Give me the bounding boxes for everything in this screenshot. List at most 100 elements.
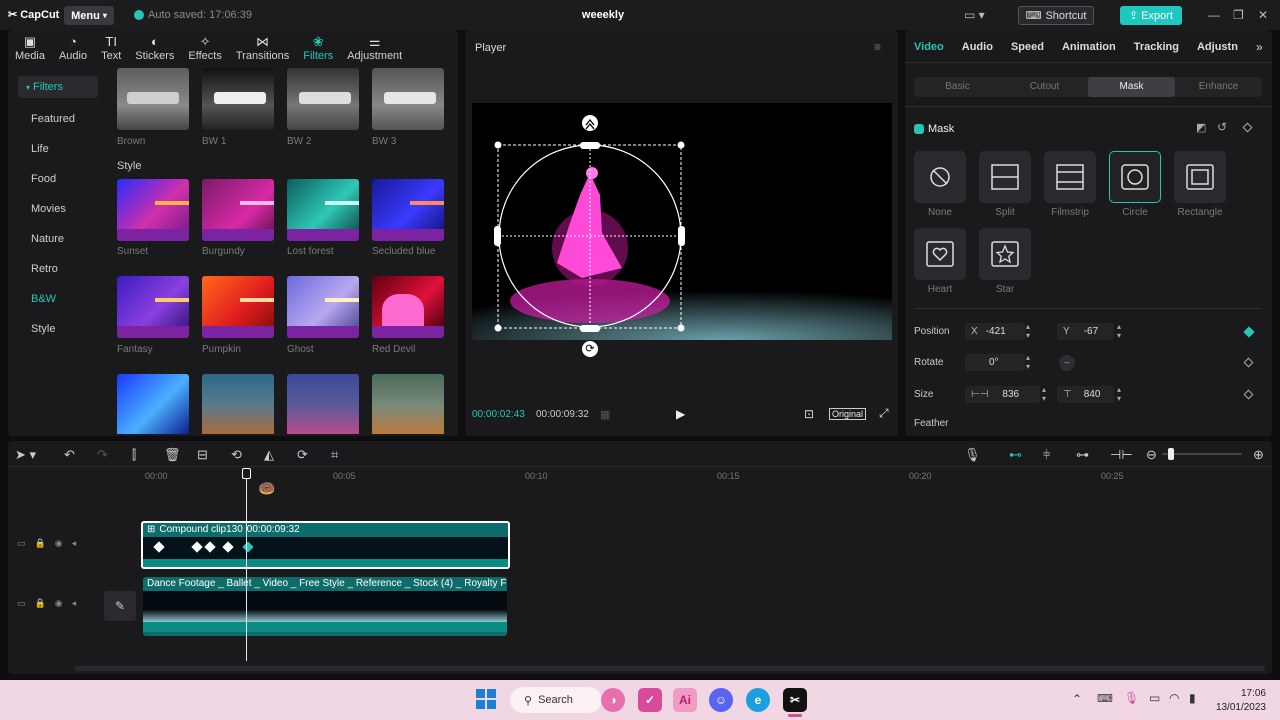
filter-thumbnail[interactable] <box>287 374 359 434</box>
filter-card[interactable]: Pumpkin <box>202 276 274 355</box>
pinned-app-icon[interactable]: ◑ <box>601 688 625 712</box>
adobe-illustrator-icon[interactable]: Ai <box>673 688 697 712</box>
shortcut-button[interactable]: ⌨ Shortcut <box>1018 6 1094 25</box>
tab-media[interactable]: ▣ Media <box>8 30 52 66</box>
filter-card[interactable]: BW 2 <box>287 68 359 147</box>
split-tool-icon[interactable]: ⫿ <box>132 447 136 463</box>
mirror-icon[interactable]: ◭ <box>264 447 274 463</box>
tab-tracking[interactable]: Tracking <box>1125 34 1188 60</box>
fullscreen-icon[interactable]: ⤢ <box>879 406 889 421</box>
minimize-icon[interactable]: — <box>1208 8 1220 22</box>
tab-transitions[interactable]: ⋈ Transitions <box>229 30 296 66</box>
tab-audio[interactable]: Audio <box>953 34 1002 60</box>
sticker-marker-icon[interactable]: 🍩 <box>258 480 275 497</box>
pinned-app-icon[interactable]: ✓ <box>638 688 662 712</box>
category-style[interactable]: Style <box>8 314 108 344</box>
filter-card[interactable]: BW 3 <box>372 68 444 147</box>
subtab-mask[interactable]: Mask <box>1088 77 1175 97</box>
snap-icon[interactable]: ⫩ <box>1043 447 1050 463</box>
keyframe-icon[interactable] <box>1242 122 1253 133</box>
edge-browser-icon[interactable]: e <box>746 688 770 712</box>
mask-star[interactable]: Star <box>979 228 1031 295</box>
keyframe-icon[interactable] <box>1243 389 1254 400</box>
filter-thumbnail[interactable] <box>202 374 274 434</box>
filter-card[interactable]: Brown <box>117 68 189 147</box>
reset-icon[interactable]: ↺ <box>1217 120 1227 134</box>
subtab-basic[interactable]: Basic <box>914 77 1001 97</box>
edit-cover-icon[interactable]: ✎ <box>104 591 136 621</box>
hamburger-menu-icon[interactable]: ≡ <box>874 40 881 54</box>
filter-card[interactable]: Ghost <box>287 276 359 355</box>
stepper-icon[interactable]: ▴ ▾ <box>1117 322 1121 340</box>
discord-icon[interactable]: ☺ <box>709 688 733 712</box>
reverse-icon[interactable]: ⟲ <box>231 447 242 463</box>
category-bw[interactable]: B&W <box>8 284 108 314</box>
tab-text[interactable]: TI Text <box>94 30 128 66</box>
filter-card[interactable]: Red Devil <box>372 276 444 355</box>
rotate-field[interactable]: 0° <box>965 354 1025 371</box>
timeline-scrollbar[interactable] <box>75 666 1265 671</box>
tab-adjustment[interactable]: ⚌ Adjustment <box>340 30 409 66</box>
tab-video[interactable]: Video <box>905 34 953 60</box>
select-tool-icon[interactable]: ➤ ▾ <box>15 447 36 463</box>
maximize-icon[interactable]: ❐ <box>1233 8 1244 22</box>
main-video-clip[interactable]: Dance Footage _ Ballet _ Video _ Free St… <box>143 577 507 636</box>
stepper-icon[interactable]: ▴ ▾ <box>1117 385 1121 403</box>
position-x-field[interactable]: X -421 <box>965 323 1025 340</box>
chevron-up-icon[interactable]: ⌃ <box>1072 692 1082 706</box>
export-button[interactable]: ⇪ Export <box>1120 6 1182 25</box>
filter-card[interactable]: Lost forest <box>287 179 359 257</box>
video-preview[interactable] <box>472 103 892 340</box>
category-header-filters[interactable]: ▾ Filters <box>18 76 98 98</box>
mask-split[interactable]: Split <box>979 151 1031 218</box>
category-life[interactable]: Life <box>8 134 108 164</box>
freeze-icon[interactable]: ⊟ <box>197 447 208 463</box>
project-title[interactable]: weeekly <box>560 9 646 21</box>
mask-rectangle[interactable]: Rectangle <box>1174 151 1226 218</box>
size-height-field[interactable]: ⊤ 840 <box>1057 386 1114 403</box>
mask-filmstrip[interactable]: Filmstrip <box>1044 151 1096 218</box>
original-ratio-button[interactable]: Original <box>829 408 867 420</box>
undo-icon[interactable]: ↶ <box>64 447 75 463</box>
category-movies[interactable]: Movies <box>8 194 108 224</box>
mask-enable-checkbox[interactable] <box>914 124 924 134</box>
stepper-icon[interactable]: ▴ ▾ <box>1026 353 1030 371</box>
eye-icon[interactable]: ◉ <box>55 538 63 549</box>
rotate-handle-icon[interactable]: ⟳ <box>582 341 598 357</box>
size-width-field[interactable]: ⊢⊣ 836 <box>965 386 1040 403</box>
category-nature[interactable]: Nature <box>8 224 108 254</box>
keyframe-icon[interactable] <box>1243 357 1254 368</box>
chevron-right-icon[interactable]: » <box>1256 40 1263 54</box>
eye-icon[interactable]: ◉ <box>55 598 63 609</box>
battery-icon[interactable]: ▮ <box>1189 691 1196 705</box>
category-food[interactable]: Food <box>8 164 108 194</box>
microphone-icon[interactable]: 🎙 <box>964 447 981 463</box>
mask-none[interactable]: None <box>914 151 966 218</box>
delete-icon[interactable]: 🗑 <box>164 447 181 463</box>
stepper-icon[interactable]: ▴ ▾ <box>1042 385 1046 403</box>
close-icon[interactable]: ✕ <box>1258 8 1268 22</box>
subtab-cutout[interactable]: Cutout <box>1001 77 1088 97</box>
filter-thumbnail[interactable] <box>372 374 444 434</box>
tab-speed[interactable]: Speed <box>1002 34 1053 60</box>
windows-start-icon[interactable] <box>476 689 496 709</box>
layout-icon[interactable]: ▭ ▾ <box>964 8 990 22</box>
position-y-field[interactable]: Y -67 <box>1057 323 1114 340</box>
rotate-icon[interactable]: ⟳ <box>297 447 308 463</box>
tab-filters[interactable]: ❀ Filters <box>296 30 340 66</box>
play-button[interactable]: ▶ <box>676 407 685 421</box>
audio-toggle-icon[interactable]: ◂ <box>72 538 77 549</box>
zoom-slider[interactable] <box>1162 453 1242 455</box>
tab-adjustment[interactable]: Adjustn <box>1188 34 1247 60</box>
tab-audio[interactable]: ◔ Audio <box>52 30 94 66</box>
filter-card[interactable]: Secluded blue <box>372 179 444 257</box>
playhead[interactable] <box>246 471 247 661</box>
wifi-icon[interactable]: ◠ <box>1169 691 1179 705</box>
audio-toggle-icon[interactable]: ◂ <box>72 598 77 609</box>
lock-icon[interactable]: 🔒 <box>35 598 46 609</box>
grid-icon[interactable]: ▦ <box>600 408 610 421</box>
rotate-dial-icon[interactable]: – <box>1059 355 1075 371</box>
crop-icon[interactable]: ⌗ <box>331 447 338 463</box>
capcut-taskbar-icon[interactable]: ✂ <box>783 688 807 712</box>
taskbar-search[interactable]: ⚲ Search <box>510 687 602 713</box>
